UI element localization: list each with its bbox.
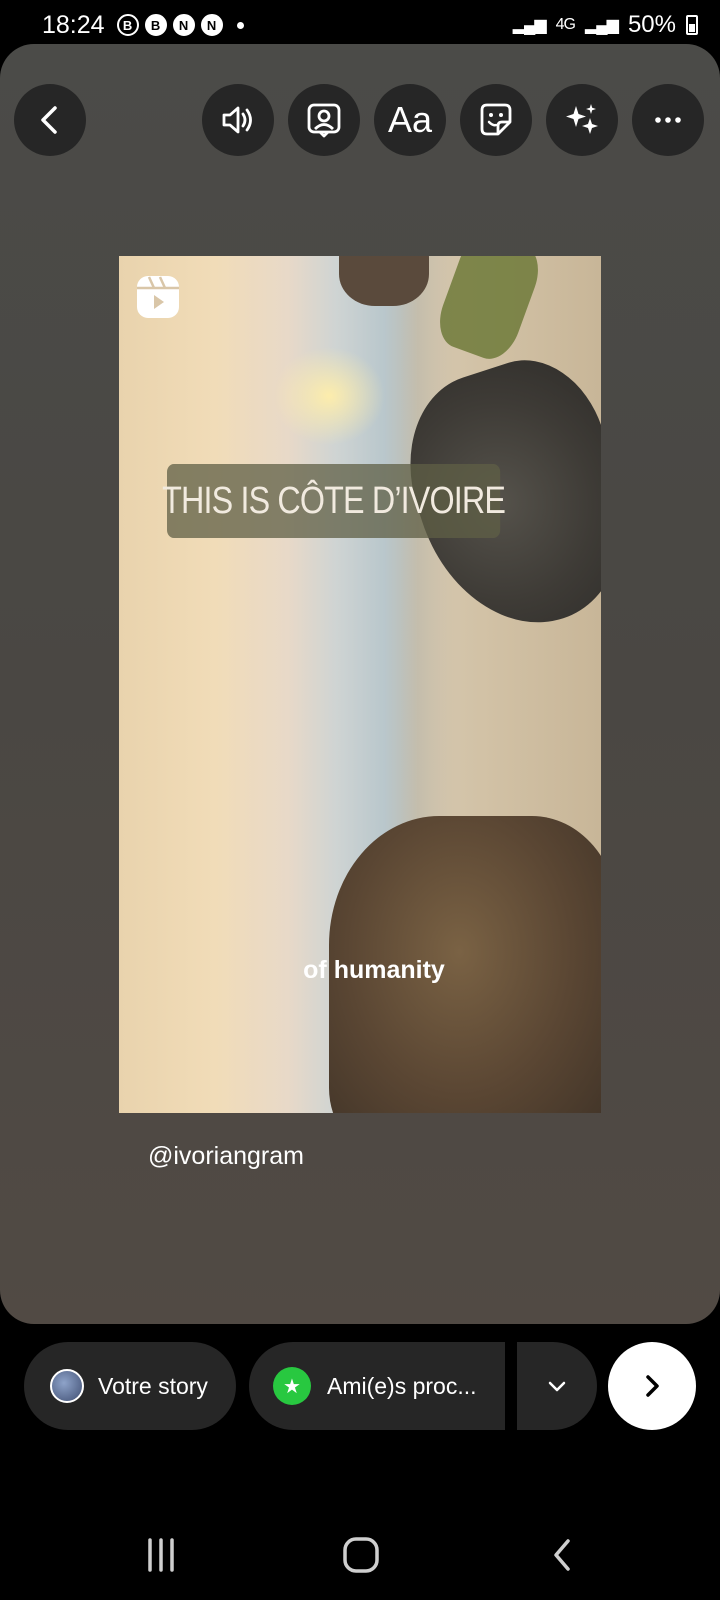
reel-preview[interactable]: THIS IS CÔTE D’IVOIRE of humanity [119, 256, 601, 1113]
chevron-right-icon [646, 1375, 659, 1397]
mention-handle[interactable]: @ivoriangram [148, 1142, 304, 1171]
speaker-icon [222, 106, 252, 134]
recents-button[interactable] [136, 1530, 186, 1580]
system-back-button[interactable] [538, 1530, 588, 1580]
effects-button[interactable] [546, 84, 618, 156]
more-notifications-dot [236, 21, 244, 29]
reel-caption: of humanity [303, 956, 445, 984]
more-horizontal-icon [655, 117, 681, 123]
system-status: ▂▄▆ 4G ▂▄▆ 50% [513, 11, 698, 39]
signal-icon-2: ▂▄▆ [585, 17, 619, 34]
reel-image-rock [339, 256, 429, 306]
chevron-left-icon [41, 106, 57, 134]
clock: 18:24 [42, 10, 105, 39]
back-button[interactable] [14, 84, 86, 156]
person-tag-icon [307, 103, 341, 138]
reels-icon [137, 276, 179, 318]
recents-icon [148, 1538, 174, 1572]
navigation-bar [0, 1510, 720, 1600]
battery-icon [686, 15, 698, 35]
star-icon: ★ [273, 1367, 311, 1405]
your-story-label: Votre story [98, 1372, 208, 1399]
notification-icons: B B N N [116, 14, 244, 36]
avatar [50, 1369, 84, 1403]
notification-icon-1: B [116, 14, 139, 36]
send-button[interactable] [608, 1342, 696, 1430]
sticker-button[interactable] [460, 84, 532, 156]
audience-dropdown-button[interactable] [517, 1342, 597, 1430]
battery-percent: 50% [627, 11, 676, 38]
close-friends-label: Ami(e)s proc... [327, 1372, 477, 1399]
status-bar: 18:24 B B N N ▂▄▆ 4G ▂▄▆ 50% [0, 0, 720, 50]
share-bar: Votre story ★ Ami(e)s proc... [0, 1342, 720, 1432]
chevron-down-icon [548, 1381, 566, 1392]
home-icon [343, 1537, 379, 1573]
back-arrow-icon [554, 1539, 570, 1571]
text-tool-button[interactable]: Aa [374, 84, 446, 156]
notification-icon-2: B [144, 14, 167, 36]
close-friends-button[interactable]: ★ Ami(e)s proc... [249, 1342, 505, 1430]
notification-icon-4: N [200, 14, 223, 36]
mention-button[interactable] [288, 84, 360, 156]
your-story-button[interactable]: Votre story [24, 1342, 236, 1430]
reel-title-overlay: THIS IS CÔTE D’IVOIRE [162, 464, 506, 538]
signal-icon: ▂▄▆ [512, 17, 547, 34]
home-button[interactable] [336, 1530, 386, 1580]
story-canvas[interactable]: Aa THIS IS CÔTE D’IVOIRE of humanity @iv… [0, 44, 720, 1324]
notification-icon-3: N [172, 14, 195, 36]
network-type: 4G [555, 16, 576, 33]
more-options-button[interactable] [632, 84, 704, 156]
text-tool-label: Aa [387, 99, 433, 140]
sparkles-icon [566, 104, 598, 134]
sticker-icon [480, 103, 512, 136]
sound-button[interactable] [202, 84, 274, 156]
